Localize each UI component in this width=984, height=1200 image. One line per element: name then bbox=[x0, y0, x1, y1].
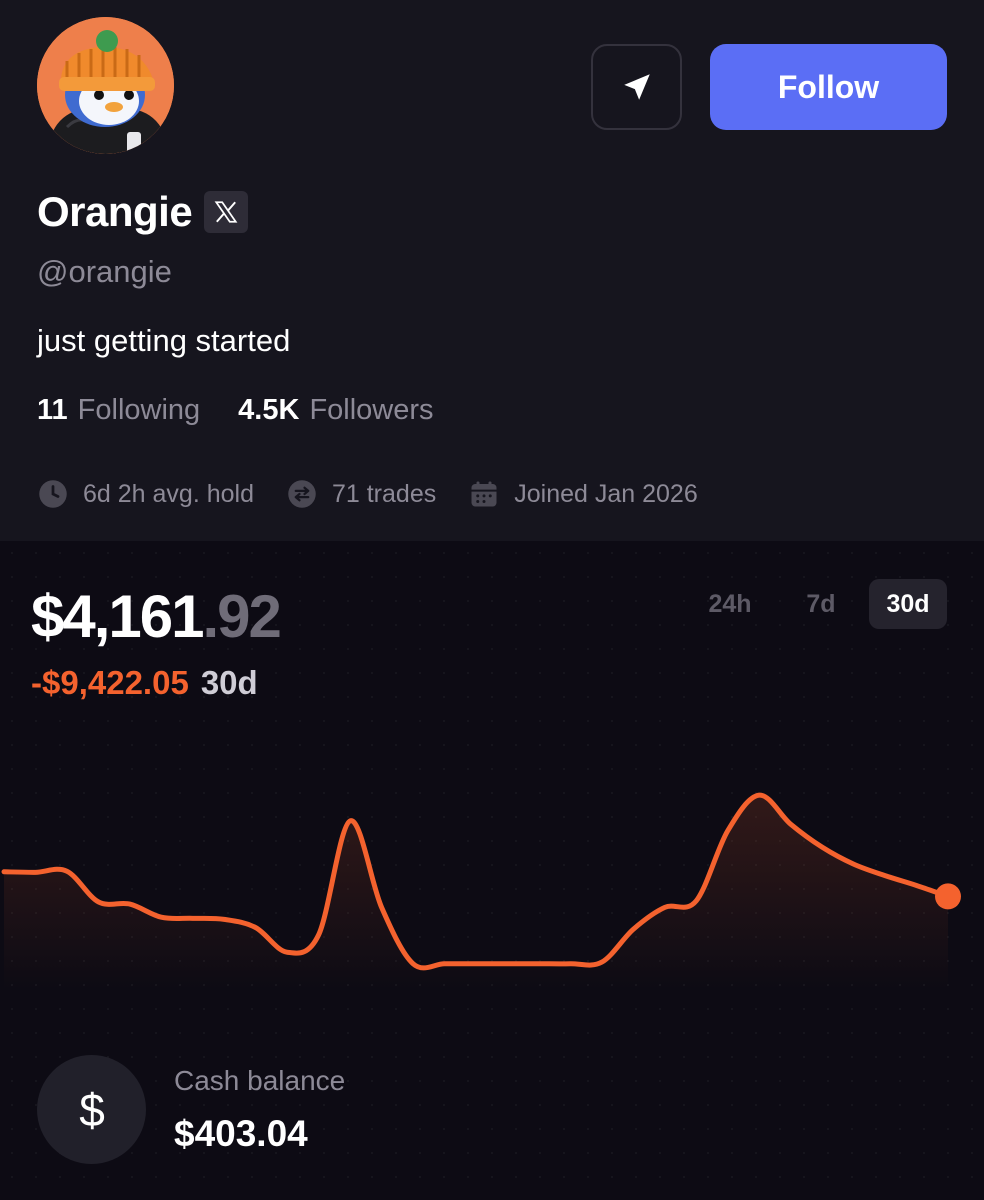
clock-icon bbox=[37, 478, 69, 510]
trades-text: 71 trades bbox=[331, 479, 437, 508]
follow-button[interactable]: Follow bbox=[710, 44, 947, 130]
profile-meta: 6d 2h avg. hold 71 trades Joined Jan 202… bbox=[37, 478, 698, 510]
profile-name: Orangie bbox=[37, 188, 193, 235]
name-row: Orangie bbox=[37, 186, 249, 238]
send-icon bbox=[623, 74, 650, 100]
portfolio-value-main: $4,161 bbox=[31, 583, 205, 650]
followers-label: Followers bbox=[309, 394, 434, 426]
following-label: Following bbox=[77, 394, 201, 426]
x-logo-icon[interactable] bbox=[204, 191, 249, 233]
cash-balance-value: $403.04 bbox=[174, 1113, 308, 1154]
share-button[interactable] bbox=[591, 44, 682, 130]
cash-balance-label: Cash balance bbox=[174, 1065, 346, 1096]
followers-count: 4.5K bbox=[238, 394, 300, 426]
follow-stats: 11 Following 4.5K Followers bbox=[37, 394, 434, 427]
profile-bio: just getting started bbox=[37, 323, 291, 358]
chart-area-fill bbox=[4, 795, 948, 990]
range-24h-button[interactable]: 24h bbox=[691, 579, 769, 629]
svg-text:$: $ bbox=[79, 1084, 105, 1136]
joined: Joined Jan 2026 bbox=[468, 478, 698, 510]
range-selector: 24h 7d 30d bbox=[691, 579, 947, 629]
portfolio-change: -$9,422.05 30d bbox=[31, 664, 258, 702]
swap-icon bbox=[286, 478, 318, 510]
avg-hold: 6d 2h avg. hold bbox=[37, 478, 254, 510]
joined-text: Joined Jan 2026 bbox=[514, 479, 698, 508]
range-30d-button[interactable]: 30d bbox=[869, 579, 947, 629]
dollar-icon: $ bbox=[37, 1055, 146, 1164]
following-count: 11 bbox=[37, 394, 68, 426]
avg-hold-text: 6d 2h avg. hold bbox=[83, 479, 254, 508]
portfolio-chart bbox=[1, 792, 961, 990]
chart-current-point[interactable] bbox=[935, 883, 961, 910]
penguin-avatar-icon bbox=[37, 17, 174, 154]
range-7d-button[interactable]: 7d bbox=[773, 579, 869, 629]
change-amount: -$9,422.05 bbox=[31, 664, 189, 701]
following-stat[interactable]: 11 Following bbox=[37, 394, 200, 427]
calendar-icon bbox=[468, 478, 500, 510]
change-period: 30d bbox=[200, 664, 258, 701]
followers-stat[interactable]: 4.5K Followers bbox=[238, 394, 433, 427]
portfolio-value-cents: .92 bbox=[202, 583, 282, 650]
trades: 71 trades bbox=[286, 478, 436, 510]
cash-balance-card: $ Cash balance $403.04 bbox=[37, 1055, 637, 1165]
profile-header: Follow Orangie @orangie just getting sta… bbox=[0, 0, 984, 541]
avatar[interactable] bbox=[37, 17, 174, 154]
profile-handle: @orangie bbox=[37, 254, 172, 289]
portfolio-value: $4,161.92 bbox=[31, 582, 282, 651]
